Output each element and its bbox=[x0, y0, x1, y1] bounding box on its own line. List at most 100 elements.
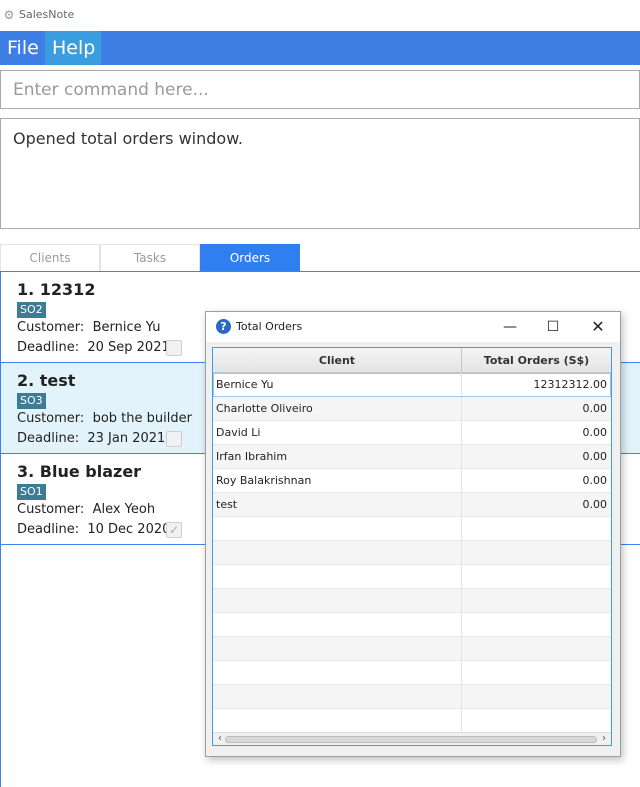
scroll-left-icon[interactable]: ‹ bbox=[215, 733, 225, 745]
empty-table-row[interactable] bbox=[213, 565, 611, 589]
client-cell bbox=[213, 517, 462, 540]
total-cell: 0.00 bbox=[582, 498, 608, 511]
tab-bar: Clients Tasks Orders bbox=[0, 244, 640, 271]
client-cell bbox=[213, 637, 462, 660]
total-cell bbox=[462, 661, 611, 684]
deadline-value: 10 Dec 2020 bbox=[87, 522, 171, 537]
order-deadline: Deadline: 23 Jan 2021 bbox=[17, 431, 165, 446]
total-cell: 0.00 bbox=[582, 402, 608, 415]
customer-label: Customer: bbox=[17, 502, 85, 517]
tab-clients[interactable]: Clients bbox=[0, 244, 100, 271]
client-cell bbox=[213, 613, 462, 636]
total-cell: 0.00 bbox=[582, 426, 608, 439]
total-cell bbox=[462, 517, 611, 540]
table-row[interactable]: Irfan Ibrahim 0.00 bbox=[213, 445, 611, 469]
result-text: Opened total orders window. bbox=[13, 129, 243, 148]
table-header: Client Total Orders (S$) bbox=[213, 348, 611, 373]
total-cell bbox=[462, 637, 611, 660]
deadline-label: Deadline: bbox=[17, 431, 80, 446]
table-row[interactable]: Charlotte Oliveiro 0.00 bbox=[213, 397, 611, 421]
client-cell bbox=[213, 541, 462, 564]
command-input[interactable] bbox=[1, 71, 639, 108]
empty-table-row[interactable] bbox=[213, 685, 611, 709]
menu-file[interactable]: File bbox=[0, 31, 46, 65]
column-header-total[interactable]: Total Orders (S$) bbox=[462, 348, 611, 373]
customer-value: bob the builder bbox=[92, 411, 192, 426]
check-icon: ✓ bbox=[168, 523, 180, 537]
total-cell bbox=[462, 565, 611, 588]
order-title: 3. Blue blazer bbox=[17, 462, 142, 481]
maximize-icon[interactable]: ☐ bbox=[531, 314, 575, 340]
deadline-label: Deadline: bbox=[17, 522, 80, 537]
column-header-client[interactable]: Client bbox=[213, 348, 462, 373]
total-cell bbox=[462, 589, 611, 612]
tab-tasks[interactable]: Tasks bbox=[100, 244, 200, 271]
deadline-label: Deadline: bbox=[17, 340, 80, 355]
empty-table-row[interactable] bbox=[213, 613, 611, 637]
order-customer: Customer: Alex Yeoh bbox=[17, 502, 155, 517]
total-cell bbox=[462, 685, 611, 708]
tab-orders[interactable]: Orders bbox=[200, 244, 300, 271]
empty-table-row[interactable] bbox=[213, 589, 611, 613]
table-body: Bernice Yu 12312312.00 Charlotte Oliveiro 0… bbox=[213, 373, 611, 733]
order-deadline: Deadline: 10 Dec 2020 bbox=[17, 522, 170, 537]
table-row[interactable]: Bernice Yu 12312312.00 bbox=[213, 373, 611, 397]
total-cell bbox=[462, 709, 611, 732]
window-titlebar: ⚙ SalesNote bbox=[0, 0, 640, 31]
table-row[interactable]: David Li 0.00 bbox=[213, 421, 611, 445]
customer-label: Customer: bbox=[17, 320, 85, 335]
order-tag: SO3 bbox=[17, 393, 46, 409]
empty-table-row[interactable] bbox=[213, 661, 611, 685]
gear-icon: ⚙ bbox=[3, 8, 15, 22]
client-cell bbox=[213, 709, 462, 732]
client-cell: Roy Balakrishnan bbox=[213, 469, 462, 492]
client-cell: Irfan Ibrahim bbox=[213, 445, 462, 468]
empty-table-row[interactable] bbox=[213, 541, 611, 565]
question-icon: ? bbox=[216, 319, 231, 334]
window-title: SalesNote bbox=[19, 8, 75, 21]
total-cell bbox=[462, 541, 611, 564]
empty-table-row[interactable] bbox=[213, 709, 611, 733]
command-box bbox=[0, 70, 640, 109]
client-cell bbox=[213, 685, 462, 708]
minimize-icon[interactable]: — bbox=[488, 314, 532, 340]
order-tag: SO2 bbox=[17, 302, 46, 318]
total-cell: 0.00 bbox=[582, 474, 608, 487]
close-icon[interactable]: ✕ bbox=[576, 314, 620, 340]
total-cell bbox=[462, 613, 611, 636]
client-cell bbox=[213, 565, 462, 588]
horizontal-scrollbar[interactable]: ‹ › bbox=[213, 732, 611, 745]
customer-value: Alex Yeoh bbox=[92, 502, 156, 517]
client-cell: David Li bbox=[213, 421, 462, 444]
order-tag: SO1 bbox=[17, 484, 46, 500]
dialog-titlebar: ? Total Orders — ☐ ✕ bbox=[206, 312, 620, 342]
empty-table-row[interactable] bbox=[213, 517, 611, 541]
done-checkbox[interactable]: ✓ bbox=[166, 522, 182, 538]
dialog-title: Total Orders bbox=[236, 320, 303, 333]
totals-table[interactable]: Client Total Orders (S$) Bernice Yu 12312… bbox=[212, 347, 612, 746]
customer-value: Bernice Yu bbox=[92, 320, 161, 335]
order-deadline: Deadline: 20 Sep 2021 bbox=[17, 340, 170, 355]
empty-table-row[interactable] bbox=[213, 637, 611, 661]
done-checkbox[interactable] bbox=[166, 340, 182, 356]
table-row[interactable]: test 0.00 bbox=[213, 493, 611, 517]
order-customer: Customer: bob the builder bbox=[17, 411, 192, 426]
order-title: 1. 12312 bbox=[17, 280, 96, 299]
order-title: 2. test bbox=[17, 371, 76, 390]
scroll-right-icon[interactable]: › bbox=[599, 733, 609, 745]
total-orders-dialog: ? Total Orders — ☐ ✕ Client Total Orders… bbox=[205, 311, 621, 757]
client-cell: Charlotte Oliveiro bbox=[213, 397, 462, 420]
deadline-value: 20 Sep 2021 bbox=[87, 340, 170, 355]
menu-help[interactable]: Help bbox=[45, 31, 101, 65]
client-cell bbox=[213, 661, 462, 684]
result-display: Opened total orders window. bbox=[0, 118, 640, 229]
deadline-value: 23 Jan 2021 bbox=[87, 431, 166, 446]
client-cell bbox=[213, 589, 462, 612]
done-checkbox[interactable] bbox=[166, 431, 182, 447]
table-row[interactable]: Roy Balakrishnan 0.00 bbox=[213, 469, 611, 493]
customer-label: Customer: bbox=[17, 411, 85, 426]
order-customer: Customer: Bernice Yu bbox=[17, 320, 160, 335]
scroll-thumb[interactable] bbox=[225, 736, 597, 743]
client-cell: test bbox=[213, 493, 462, 516]
client-cell: Bernice Yu bbox=[213, 373, 462, 396]
